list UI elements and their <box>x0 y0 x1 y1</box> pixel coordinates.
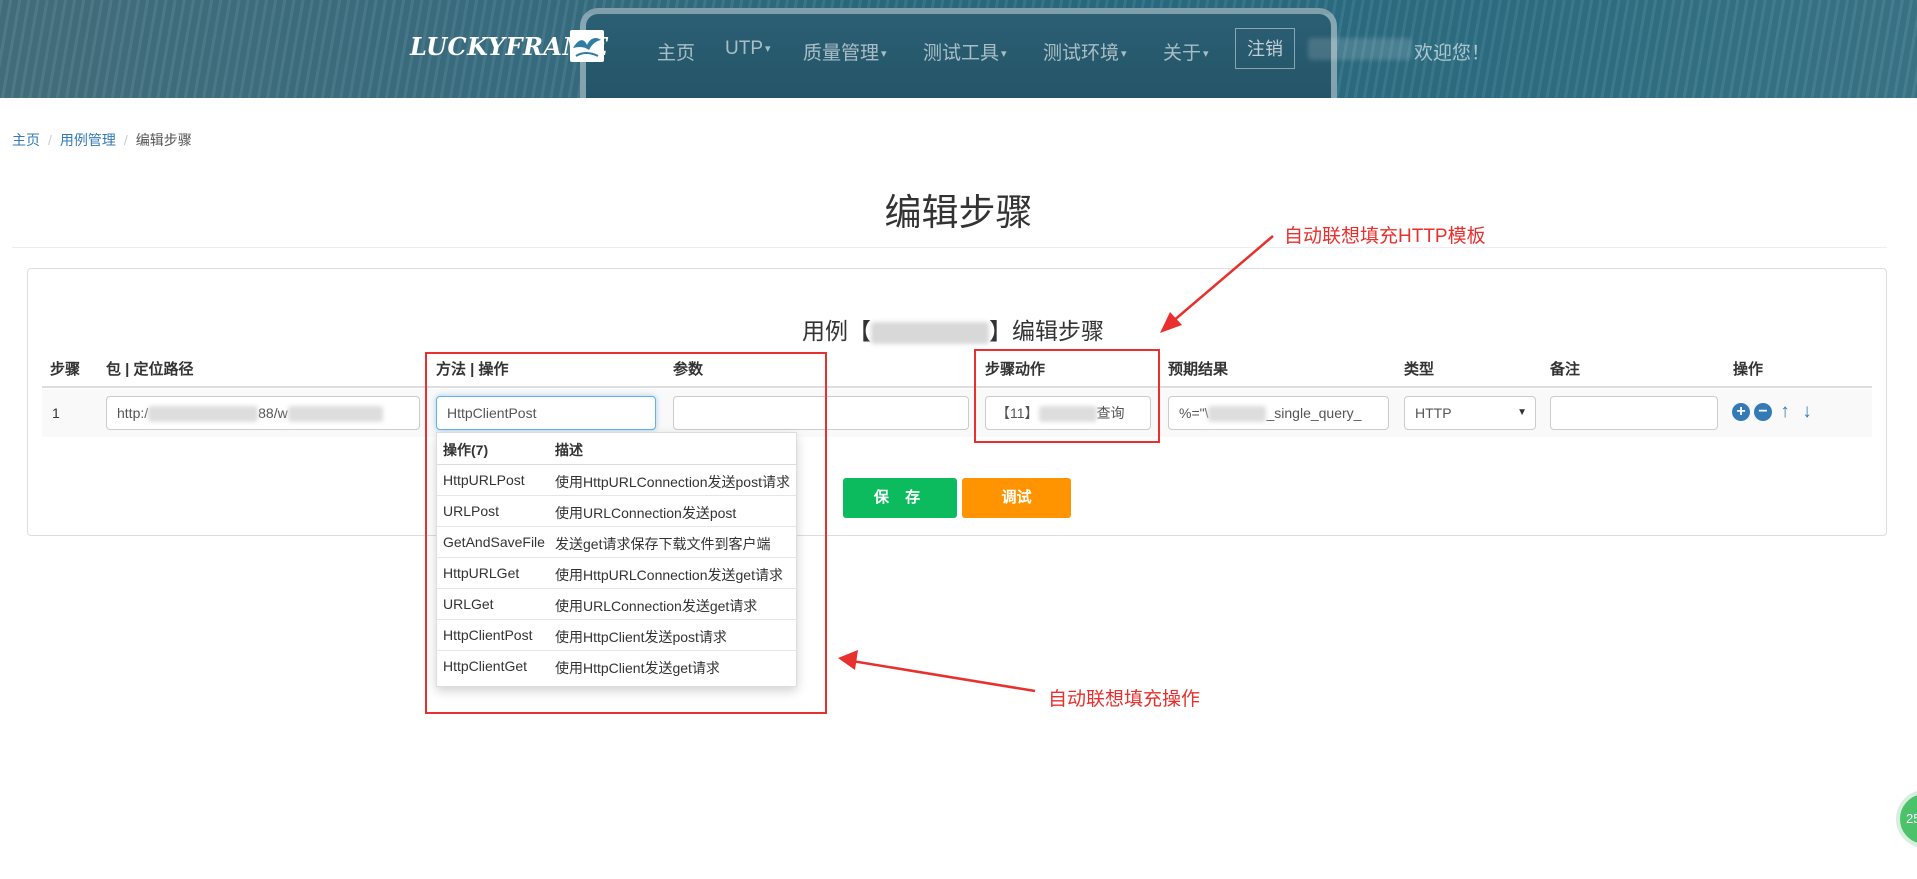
arrow-operation-line <box>851 659 1036 693</box>
annotation-operation: 自动联想填充操作 <box>1048 689 1201 710</box>
annotation-http-template: 自动联想填充HTTP模板 <box>1284 226 1486 247</box>
arrow-template-line <box>1171 235 1274 323</box>
annotation-arrows <box>838 235 1274 693</box>
arrow-operation-head <box>838 650 858 670</box>
